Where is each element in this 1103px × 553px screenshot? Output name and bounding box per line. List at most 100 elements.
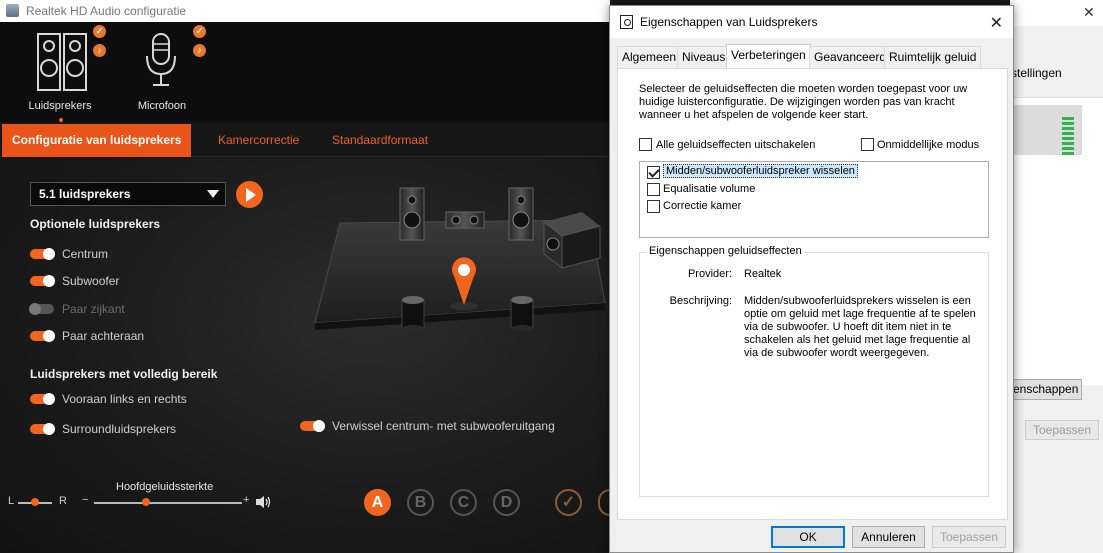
effect-loudness-eq-checkbox[interactable] [647,183,660,196]
properties-button[interactable]: enschappen [1010,379,1082,400]
rear-right-speaker[interactable] [510,296,534,331]
close-icon[interactable]: ✕ [1083,4,1095,21]
cancel-button[interactable]: Annuleren [852,526,925,548]
playback-device-list[interactable] [1012,97,1103,385]
dialog-titlebar: Eigenschappen van Luidsprekers [610,6,1013,38]
front-lr-label: Vooraan links en rechts [62,392,187,406]
immediate-mode-checkbox[interactable] [861,138,874,151]
chevron-down-icon [207,190,219,198]
realtek-app-icon [6,4,19,17]
tab-room-correction[interactable]: Kamercorrectie [208,124,309,157]
center-speaker[interactable] [445,211,485,229]
realtek-titlebar: Realtek HD Audio configuratie [0,0,610,22]
enhancements-description: Selecteer de geluidseffecten die moeten … [639,83,968,121]
front-left-speaker[interactable] [399,187,425,241]
profile-d-button[interactable]: D [493,489,520,516]
apply-button: Toepassen [932,526,1006,548]
speakers-icon [37,33,87,91]
selected-device-row[interactable] [1012,105,1082,155]
volume-minus-icon: − [82,494,89,506]
fullrange-heading: Luidsprekers met volledig bereik [30,367,218,381]
settings-fragment-label: stellingen [1011,66,1062,80]
disable-all-effects-label: Alle geluidseffecten uitschakelen [656,139,816,151]
ok-button[interactable]: OK [771,526,845,548]
dialog-title: Eigenschappen van Luidsprekers [640,15,818,29]
center-toggle[interactable] [30,248,55,260]
effect-room-correction-label[interactable]: Correctie kamer [663,200,741,212]
device-speakers[interactable]: Luidsprekers [20,28,100,122]
speaker-volume-icon[interactable] [255,495,273,509]
balance-slider-knob[interactable] [31,498,39,506]
subwoofer-toggle[interactable] [30,275,55,287]
front-right-speaker[interactable] [508,187,534,241]
tab-enhancements[interactable]: Verbeteringen [726,44,811,69]
profile-c-button[interactable]: C [450,489,477,516]
provider-value: Realtek [744,268,782,280]
profile-b-button[interactable]: B [407,489,434,516]
realtek-body: 5.1 luidsprekers Optionele luidsprekers … [0,158,610,553]
effect-loudness-eq-label[interactable]: Equalisatie volume [663,183,755,195]
optional-speakers-heading: Optionele luidsprekers [30,217,161,231]
enhancements-panel: Selecteer de geluidseffecten die moeten … [617,68,1008,520]
device-microphone-label: Microfoon [137,100,187,112]
microphone-icon [146,33,176,86]
front-lr-toggle[interactable] [30,393,55,405]
save-profile-check-icon[interactable]: ✓ [555,489,582,516]
master-volume-label: Hoofdgeluidssterkte [116,481,214,493]
disable-all-effects-checkbox[interactable] [639,138,652,151]
effect-swap-center-sub-checkbox[interactable] [647,166,660,179]
rear-left-speaker[interactable] [401,296,425,331]
master-volume-slider[interactable] [94,502,242,504]
speaker-icon [620,15,633,29]
master-volume-knob[interactable] [141,498,150,506]
effect-properties-group: Eigenschappen geluidseffecten Provider: … [639,245,989,497]
side-pair-toggle [29,303,54,315]
balance-right-label: R [59,495,67,507]
device-microphone[interactable]: Microfoon [122,28,202,118]
rear-pair-label: Paar achteraan [62,329,145,343]
active-device-indicator [59,118,63,122]
volume-plus-icon: + [243,494,250,506]
tab-levels[interactable]: Niveaus [677,46,731,68]
tab-speaker-configuration[interactable]: Configuratie van luidsprekers [2,124,192,157]
swap-center-sub-toggle[interactable] [300,420,325,432]
rear-pair-toggle[interactable] [30,330,55,342]
center-label: Centrum [62,247,109,261]
effect-room-correction-checkbox[interactable] [647,200,660,213]
speaker-config-value: 5.1 luidsprekers [39,187,131,201]
surround-toggle[interactable] [30,423,55,435]
microphone-status-connector-icon: ♪ [193,44,206,57]
sound-settings-window: ✕ stellingen enschappen Toepassen [1010,0,1103,553]
subwoofer-speaker[interactable] [543,212,601,270]
microphone-status-check-icon: ✓ [193,25,206,38]
background-apply-button: Toepassen [1025,420,1099,440]
tab-general[interactable]: Algemeen [617,46,682,68]
tab-default-format[interactable]: Standaardformaat [322,124,438,157]
effect-swap-center-sub-text: Midden/subwooferluidspreker wisselen [663,164,858,178]
close-icon[interactable]: ✕ [990,13,1003,33]
effect-properties-heading: Eigenschappen geluidseffecten [646,245,805,257]
device-speakers-label: Luidsprekers [28,100,92,112]
subwoofer-label: Subwoofer [62,274,120,288]
surround-label: Surroundluidsprekers [62,422,177,436]
realtek-window: Realtek HD Audio configuratie Luidspreke… [0,0,610,553]
description-value: Midden/subwooferluidsprekers wisselen is… [744,295,976,359]
speaker-properties-dialog: Eigenschappen van Luidsprekers ✕ Algemee… [609,5,1014,553]
play-test-button[interactable] [236,181,263,208]
immediate-mode-label: Onmiddellijke modus [877,139,980,151]
swap-center-sub-label: Verwissel centrum- met subwooferuitgang [332,419,555,433]
tab-spatial-sound[interactable]: Ruimtelijk geluid [884,46,982,68]
profile-a-button[interactable]: A [364,489,391,516]
device-bar: Luidsprekers ✓ ♪ Microfoon ✓ ♪ [0,22,610,122]
speakers-status-connector-icon: ♪ [93,44,106,57]
speaker-stage [314,187,606,331]
balance-left-label: L [8,495,15,507]
realtek-tabs: Configuratie van luidsprekers Kamercorre… [0,124,610,157]
description-key: Beschrijving: [669,295,732,307]
effects-list[interactable]: Midden/subwooferluidspreker wisselen Equ… [639,161,989,238]
effect-swap-center-sub-label[interactable]: Midden/subwooferluidspreker wisselen [663,164,858,178]
provider-key: Provider: [687,268,732,280]
tab-advanced[interactable]: Geavanceerd [809,46,892,68]
speaker-config-select[interactable]: 5.1 luidsprekers [30,182,226,206]
level-meter [1062,117,1074,157]
